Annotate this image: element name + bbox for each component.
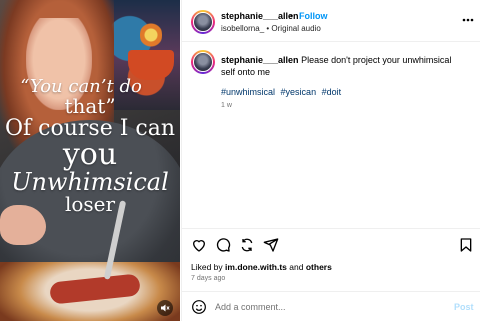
share-icon (263, 238, 279, 252)
follow-button[interactable]: Follow (299, 11, 328, 21)
mute-button[interactable] (157, 300, 173, 316)
overlay-line: Unwhimsical (11, 168, 169, 196)
likes-prefix: Liked by (191, 262, 223, 272)
share-button[interactable] (263, 237, 279, 253)
likes-and: and (289, 262, 304, 272)
action-bar (182, 228, 480, 258)
liker-username[interactable]: im.done.with.ts (225, 262, 287, 272)
caption-username[interactable]: stephanie___allen (221, 55, 299, 65)
overlay-line: you (62, 137, 118, 172)
audio-attribution[interactable]: isobellorna_ • Original audio (221, 24, 321, 33)
emoji-button[interactable] (191, 299, 207, 315)
repost-icon (241, 238, 253, 252)
emoji-icon (192, 300, 206, 314)
hashtag-link[interactable]: #doit (322, 87, 342, 97)
likes-summary: Liked by im.done.with.ts and others (191, 262, 332, 272)
audio-label[interactable]: Original audio (271, 24, 320, 33)
hashtag-link[interactable]: #unwhimsical (221, 87, 275, 97)
post-date: 7 days ago (191, 275, 226, 282)
separator-dot: • (290, 11, 294, 21)
post-media[interactable]: “You can’t do that” Of course I can you … (0, 0, 180, 321)
heart-icon (192, 240, 206, 252)
audio-username[interactable]: isobellorna_ (221, 24, 264, 33)
save-button[interactable] (458, 237, 474, 253)
comment-button[interactable] (215, 237, 231, 253)
video-overlay-text: “You can’t do that” Of course I can you … (0, 78, 180, 216)
post-comment-button[interactable]: Post (454, 302, 474, 312)
comment-bar: Post (182, 291, 480, 321)
speaker-muted-icon (161, 304, 170, 312)
comment-icon (216, 238, 231, 252)
comment-input[interactable] (215, 300, 435, 314)
post-detail-panel: stephanie___allen • Follow isobellorna_ … (181, 0, 480, 321)
post-caption: stephanie___allen Please don't project y… (221, 54, 461, 78)
more-horizontal-icon (462, 18, 474, 22)
caption-avatar[interactable] (191, 50, 215, 74)
post-header: stephanie___allen • Follow isobellorna_ … (182, 0, 480, 42)
caption-hashtags: #unwhimsical #yesican #doit (221, 87, 344, 97)
separator-dot: • (266, 24, 270, 33)
author-avatar[interactable] (191, 10, 215, 34)
like-button[interactable] (191, 237, 207, 253)
more-options-button[interactable] (462, 14, 474, 24)
overlay-line: loser (64, 192, 116, 216)
hashtag-link[interactable]: #yesican (281, 87, 317, 97)
overlay-line: that” (64, 94, 116, 118)
author-username[interactable]: stephanie___allen (221, 11, 299, 21)
caption-timestamp: 1 w (221, 102, 232, 109)
bookmark-icon (460, 238, 472, 252)
background-painting-detail (140, 18, 162, 52)
repost-button[interactable] (239, 237, 255, 253)
likes-others-link[interactable]: others (306, 262, 332, 272)
